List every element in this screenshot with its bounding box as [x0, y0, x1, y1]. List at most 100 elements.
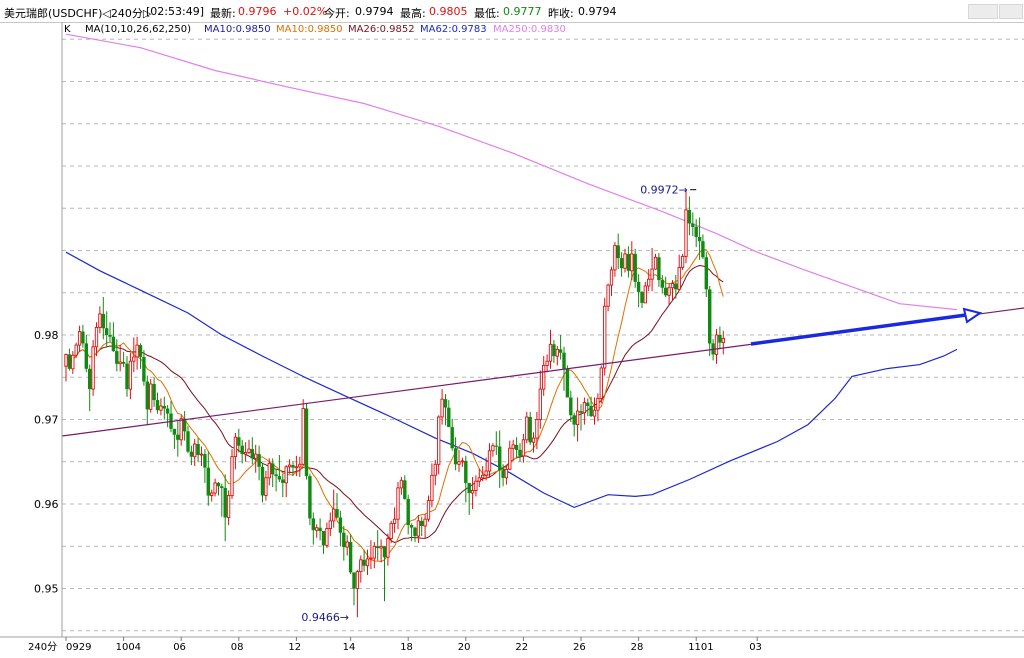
- x-tick-label: 22: [515, 642, 528, 653]
- candle-body: [721, 337, 725, 344]
- candle-body: [369, 557, 373, 560]
- candle-body: [196, 444, 200, 455]
- x-tick-label: 12: [288, 642, 301, 653]
- candle-body: [694, 226, 698, 237]
- candle-body: [182, 418, 187, 432]
- candle-body: [555, 348, 559, 357]
- candle-body: [84, 343, 88, 369]
- candle-body: [308, 476, 312, 519]
- candle-body: [481, 474, 485, 479]
- candle-body: [115, 351, 119, 364]
- candle-body: [552, 344, 556, 357]
- candle-body: [74, 344, 78, 356]
- candle-body: [243, 452, 248, 455]
- candle-body: [318, 527, 322, 532]
- candle-body: [623, 253, 627, 269]
- candle-body: [301, 408, 305, 465]
- candle-body: [558, 349, 563, 353]
- low-annotation: 0.9466→: [301, 611, 349, 624]
- candle-body: [193, 443, 197, 458]
- candle-body: [233, 436, 238, 458]
- candle-body: [118, 361, 122, 365]
- candle-body: [277, 476, 282, 480]
- candle-body: [582, 402, 587, 414]
- candle-body: [525, 416, 529, 441]
- candle-body: [494, 445, 498, 447]
- candle-body: [420, 520, 424, 526]
- x-tick-label: 06: [173, 642, 186, 653]
- candle-body: [91, 346, 95, 390]
- candle-body: [484, 470, 488, 476]
- candle-body: [379, 545, 383, 549]
- candle-body: [609, 269, 614, 286]
- candle-body: [267, 462, 271, 479]
- x-tick-label: 1101: [688, 642, 713, 653]
- candle-body: [396, 487, 400, 520]
- period-label: 240分: [28, 641, 57, 653]
- candle-body: [531, 437, 536, 443]
- candle-body: [633, 253, 637, 282]
- candle-body: [142, 357, 146, 382]
- candle-body: [457, 461, 461, 465]
- candle-body: [565, 368, 570, 398]
- candle-body: [501, 470, 505, 478]
- candle-body: [172, 428, 177, 435]
- candle-body: [155, 400, 160, 411]
- candle-body: [677, 266, 681, 290]
- candle-body: [216, 482, 221, 487]
- candle-body: [348, 542, 353, 573]
- candle-body: [254, 453, 258, 459]
- ma250-line: [65, 33, 958, 311]
- candle-body: [599, 367, 603, 399]
- candle-body: [443, 399, 448, 408]
- candle-body: [179, 418, 183, 441]
- candle-body: [77, 331, 82, 346]
- candle-body: [447, 407, 451, 428]
- candle-body: [440, 398, 444, 418]
- candle-body: [636, 281, 641, 292]
- candle-body: [247, 448, 251, 453]
- candle-body: [284, 466, 288, 484]
- candle-body: [697, 237, 702, 242]
- candle-body: [287, 464, 292, 468]
- candle-body: [508, 447, 512, 470]
- candle-body: [135, 344, 139, 358]
- x-tick-label: 0929: [66, 642, 91, 653]
- candle-body: [714, 334, 719, 355]
- candle-body: [392, 518, 397, 524]
- x-tick-label: 18: [400, 642, 413, 653]
- candle-body: [355, 571, 360, 589]
- candle-body: [210, 492, 214, 496]
- candle-body: [504, 468, 509, 479]
- candle-body: [335, 509, 339, 518]
- candle-body: [701, 241, 705, 258]
- candle-body: [579, 411, 583, 413]
- candle-body: [572, 415, 576, 425]
- candle-body: [687, 209, 692, 224]
- candle-body: [545, 360, 549, 366]
- candle-body: [416, 520, 421, 537]
- candle-body: [704, 257, 708, 290]
- candle-body: [304, 408, 309, 477]
- candle-body: [423, 518, 427, 527]
- candle-body: [575, 410, 580, 426]
- candle-body: [518, 449, 522, 456]
- candle-body: [138, 345, 143, 357]
- candle-body: [149, 383, 153, 410]
- candle-body: [437, 416, 441, 465]
- candle-body: [101, 313, 105, 329]
- candle-body: [376, 546, 380, 548]
- drawn-arrow-head: [962, 307, 983, 324]
- candle-body: [653, 256, 658, 270]
- candle-body: [257, 454, 261, 467]
- candle-body: [660, 280, 664, 288]
- candle-body: [88, 368, 92, 390]
- candle-body: [365, 558, 370, 567]
- candle-body: [121, 362, 126, 364]
- candle-body: [189, 451, 194, 457]
- candlestick-chart: 0.9972→ 0.9466→ 0.98 0.97 0.96 0.95 0929 1004 0…: [0, 22, 1024, 653]
- candle-body: [128, 360, 133, 390]
- candle-body: [647, 278, 651, 287]
- candle-body: [498, 446, 502, 471]
- candle-body: [511, 444, 515, 449]
